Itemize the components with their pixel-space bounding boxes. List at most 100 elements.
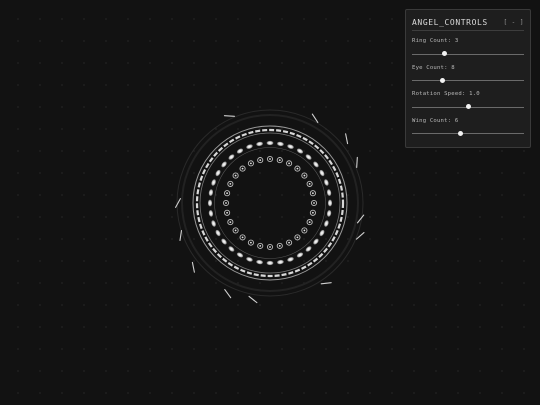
eye-mark — [246, 144, 253, 149]
eye-pupil — [229, 221, 232, 223]
wing-mark — [224, 289, 232, 299]
eye-pupil — [312, 192, 314, 195]
eye-mark — [236, 148, 244, 154]
eye-pupil — [234, 174, 237, 177]
slider-thumb[interactable] — [457, 130, 463, 136]
slider-track — [412, 133, 524, 134]
eye-pupil — [234, 229, 237, 232]
eye-mark — [208, 189, 214, 196]
eye-mark — [211, 220, 216, 227]
eye-mark — [221, 161, 227, 168]
eye-mark — [221, 238, 227, 245]
wing-mark — [345, 133, 349, 145]
eye-pupil — [226, 192, 229, 195]
eye-mark — [215, 229, 221, 237]
eye-pupil — [250, 162, 252, 165]
outer-ring-edge — [192, 125, 348, 281]
eye-pupil — [241, 167, 244, 170]
ring-count-slider[interactable] — [412, 51, 524, 57]
eye-pupil — [278, 159, 281, 162]
eye-mark — [324, 179, 329, 186]
eye-mark — [277, 259, 284, 265]
wing-mark — [356, 156, 358, 168]
eye-pupil — [308, 221, 311, 223]
wing-count-label: Wing Count: 6 — [412, 117, 459, 124]
angel-controls-panel: ANGEL_CONTROLS [ - ] Ring Count: 3 Eye C… — [405, 9, 531, 148]
eye-mark — [228, 246, 235, 252]
slider-track — [412, 80, 524, 81]
eye-mark — [327, 199, 333, 207]
eye-pupil — [250, 241, 252, 244]
eye-pupil — [259, 159, 262, 162]
eye-mark — [256, 141, 263, 147]
eye-pupil — [225, 202, 227, 204]
eye-mark — [287, 144, 294, 149]
rotation-speed-slider[interactable] — [412, 104, 524, 110]
eye-count-slider[interactable] — [412, 77, 524, 84]
eye-mark — [277, 141, 284, 147]
eye-pupil — [259, 245, 262, 247]
ring-count-label: Ring Count: 3 — [412, 38, 459, 44]
eye-pupil — [308, 183, 311, 185]
eye-pupil — [229, 183, 232, 185]
wing-mark — [191, 261, 195, 273]
panel-header: ANGEL_CONTROLS [ - ] — [412, 15, 524, 31]
eye-pupil — [303, 229, 306, 232]
eye-mark — [319, 229, 325, 237]
rotation-speed-control: Rotation Speed: 1.0 — [412, 90, 524, 117]
collapse-toggle-button[interactable]: [ - ] — [503, 19, 524, 26]
eye-pupil — [278, 245, 281, 247]
eye-pupil — [303, 174, 306, 177]
eye-pupil — [296, 236, 299, 239]
eye-mark — [324, 220, 329, 227]
wing-mark — [320, 282, 332, 285]
eye-mark — [287, 257, 294, 262]
eye-pupil — [241, 236, 244, 239]
eye-mark — [256, 259, 263, 265]
eye-mark — [326, 189, 332, 196]
eye-mark — [296, 252, 304, 258]
eye-mark — [215, 169, 221, 177]
wing-mark — [179, 230, 183, 241]
eye-pupil — [296, 167, 299, 170]
eye-count-control: Eye Count: 8 — [412, 64, 524, 91]
panel-title: ANGEL_CONTROLS — [412, 18, 488, 27]
eye-mark — [228, 154, 235, 160]
eye-pupil — [313, 202, 315, 204]
eye-pupil — [226, 211, 229, 214]
wing-count-slider[interactable] — [412, 130, 524, 137]
wing-mark — [223, 115, 235, 117]
eye-pupil — [312, 211, 314, 214]
slider-thumb[interactable] — [465, 104, 471, 109]
eye-mark — [319, 169, 325, 177]
eye-mark — [266, 140, 274, 146]
rotation-speed-label: Rotation Speed: 1.0 — [412, 91, 480, 97]
eye-pupil — [288, 162, 290, 165]
halo-ring — [176, 109, 364, 297]
middle-ring-edge — [214, 147, 326, 259]
outer-ring — [195, 128, 345, 278]
eye-mark — [326, 210, 332, 217]
wing-count-control: Wing Count: 6 — [412, 117, 524, 144]
eye-mark — [266, 260, 274, 266]
eye-pupil — [269, 246, 271, 248]
eye-pupil — [288, 241, 290, 244]
outer-ring-edge — [199, 132, 341, 274]
wing-mark — [175, 198, 181, 208]
eye-mark — [207, 199, 213, 207]
ring-count-control: Ring Count: 3 — [412, 37, 524, 64]
eye-count-label: Eye Count: 8 — [412, 64, 455, 71]
eye-mark — [305, 154, 312, 160]
eye-mark — [296, 148, 304, 154]
eye-mark — [236, 252, 244, 258]
eye-mark — [313, 161, 319, 168]
eye-mark — [313, 238, 319, 245]
eye-mark — [208, 210, 214, 217]
slider-thumb[interactable] — [441, 51, 447, 56]
eye-mark — [211, 179, 216, 186]
eye-mark — [305, 246, 312, 252]
eye-mark — [246, 257, 253, 262]
slider-track — [412, 53, 524, 55]
wing-mark — [248, 295, 258, 304]
slider-thumb[interactable] — [440, 77, 446, 83]
